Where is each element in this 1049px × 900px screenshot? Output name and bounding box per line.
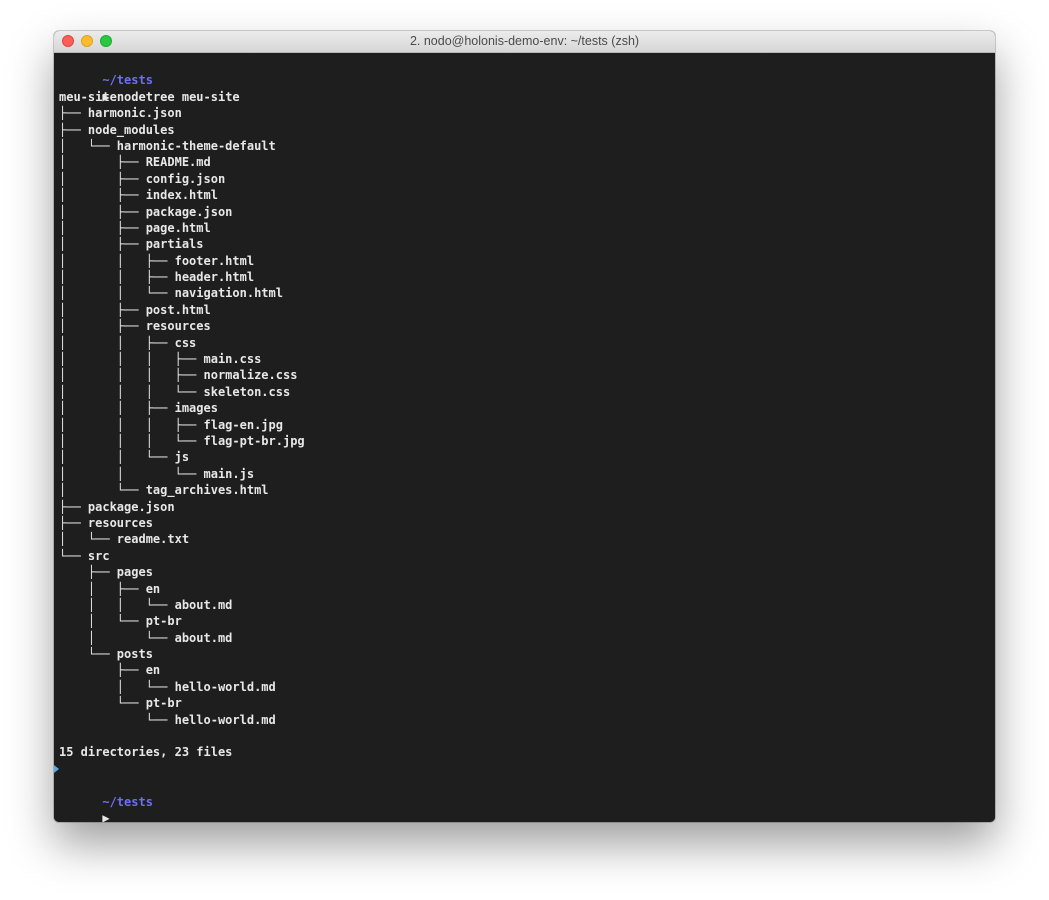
tree-line: ├── resources [59,515,153,530]
tree-line: │ │ │ └── skeleton.css [59,384,291,399]
tree-line: │ ├── index.html [59,188,218,203]
tree-line: │ │ └── about.md [59,597,233,612]
tree-line: ├── package.json [59,499,175,514]
tree-line: │ │ ├── footer.html [59,253,255,268]
tree-line: └── pt-br [59,696,182,711]
tree-line: │ ├── post.html [59,302,211,317]
prompt-directory-2: ~/tests [59,777,995,809]
tree-line: │ └── harmonic-theme-default [59,138,276,153]
tree-line: │ ├── en [59,581,161,596]
tree-line: ├── node_modules [59,122,175,137]
window-title: 2. nodo@holonis-demo-env: ~/tests (zsh) [409,34,640,48]
tree-line: │ └── hello-world.md [59,679,276,694]
tree-line: │ │ └── main.js [59,466,255,481]
active-prompt-line[interactable]: ▶ [59,794,995,822]
tree-line: │ └── readme.txt [59,532,190,547]
tree-line: │ │ │ ├── normalize.css [59,368,298,383]
tree-line: │ │ │ ├── flag-en.jpg [59,417,283,432]
tree-line: └── hello-world.md [59,712,276,727]
title-bar[interactable]: 2. nodo@holonis-demo-env: ~/tests (zsh) [54,31,995,53]
tree-line: │ └── tag_archives.html [59,483,269,498]
summary-line: 15 directories, 23 files [59,745,233,760]
tree-line: ├── pages [59,565,153,580]
tree-output: meu-site ├── harmonic.json ├── node_module… [59,89,995,728]
command-line: ▶ nodetree meu-site [59,72,995,104]
prompt-directory-text-2: ~/tests [102,794,153,809]
prompt-directory: ~/tests [59,56,995,87]
tree-line: │ │ │ ├── main.css [59,352,262,367]
prompt-directory-text: ~/tests [102,73,153,88]
tree-line: │ │ └── navigation.html [59,286,283,301]
tree-line: │ │ ├── header.html [59,270,255,285]
tree-line: └── posts [59,647,153,662]
terminal-window: 2. nodo@holonis-demo-env: ~/tests (zsh) … [54,31,995,822]
tree-line: │ └── pt-br [59,614,182,629]
prompt-marker-icon [54,764,59,773]
tree-line: │ ├── package.json [59,204,233,219]
tree-line: ├── en [59,663,161,678]
tree-line: │ ├── resources [59,319,211,334]
tree-line: │ └── about.md [59,630,233,645]
prompt-arrow-icon-2: ▶ [102,810,110,822]
tree-line: │ ├── page.html [59,220,211,235]
tree-line: ├── harmonic.json [59,106,182,121]
tree-line: │ ├── README.md [59,155,211,170]
command-text: nodetree meu-site [116,89,240,104]
tree-line: │ │ ├── images [59,401,218,416]
prompt-marker-line [54,761,995,777]
tree-line: │ │ └── js [59,450,190,465]
terminal-content[interactable]: ~/tests ▶ nodetree meu-site meu-site ├── … [54,53,995,822]
tree-line: └── src [59,548,110,563]
tree-line: │ ├── config.json [59,171,226,186]
tree-line: │ │ │ └── flag-pt-br.jpg [59,433,305,448]
tree-line: │ │ ├── css [59,335,197,350]
tree-line: │ ├── partials [59,237,204,252]
